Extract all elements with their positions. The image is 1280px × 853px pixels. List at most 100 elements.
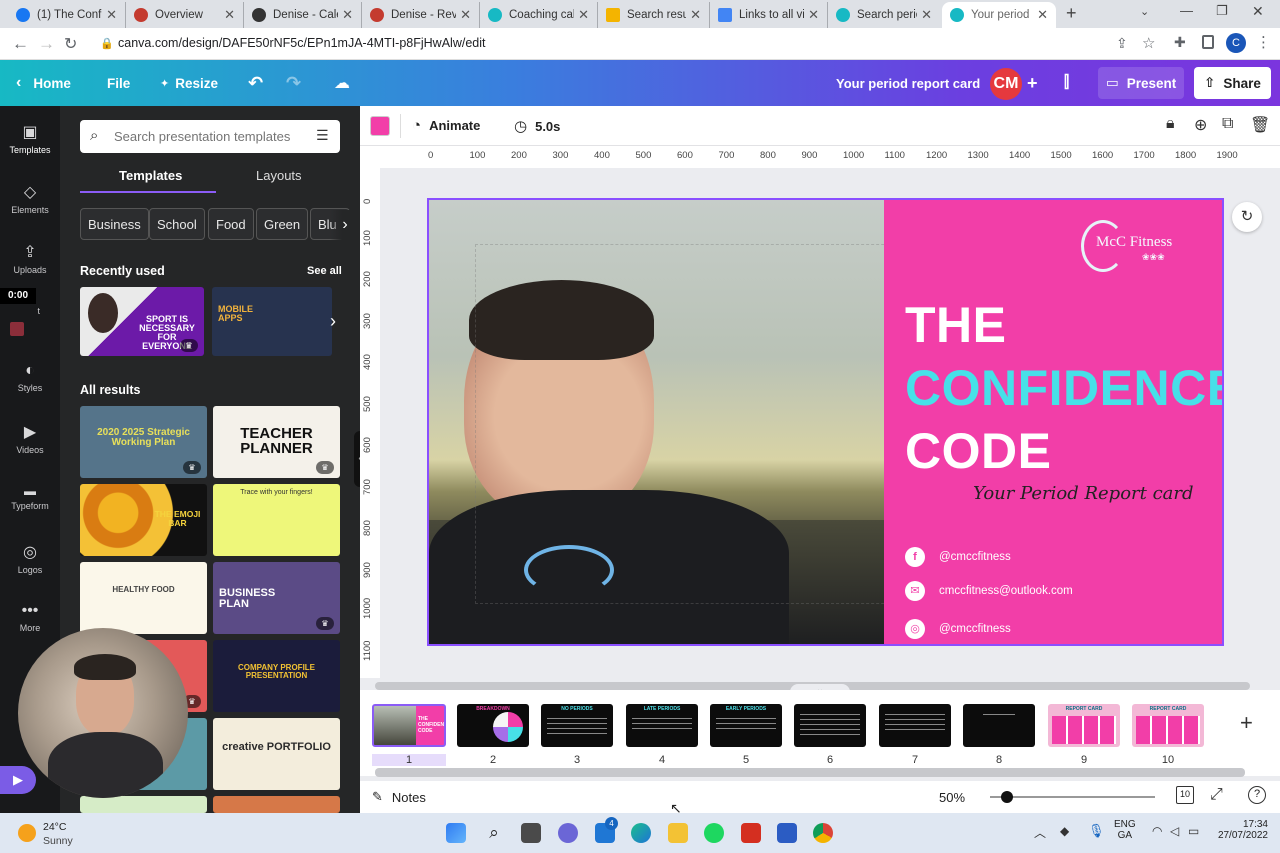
close-icon[interactable]: ✕ <box>921 7 932 23</box>
duration-button[interactable]: ◷ 5.0s <box>514 117 560 135</box>
filter-icon[interactable]: ☰ <box>316 127 329 144</box>
browser-tab[interactable]: Denise - Revie✕ <box>362 2 480 28</box>
webcam-overlay[interactable] <box>18 628 188 798</box>
filter-chip[interactable]: Green <box>256 208 309 240</box>
template-thumb[interactable] <box>213 796 340 813</box>
template-thumb[interactable]: SPORT IS NECESSARY FOR EVERYONE ♛ <box>80 287 204 356</box>
slide-title-line2[interactable]: CONFIDENCE <box>905 363 1222 413</box>
home-button[interactable]: ‹ Home <box>16 60 71 106</box>
chrome-icon[interactable] <box>813 823 833 843</box>
close-icon[interactable]: ✕ <box>578 7 589 23</box>
browser-tab[interactable]: (1) The Confid✕ <box>8 2 126 28</box>
template-thumb[interactable]: BUSINESS PLAN ♛ <box>213 562 340 634</box>
browser-tab[interactable]: Denise - Caler✕ <box>244 2 362 28</box>
office-icon[interactable] <box>741 823 761 843</box>
page-thumb[interactable] <box>963 704 1035 747</box>
side-panel-icon[interactable] <box>1202 35 1214 49</box>
rail-styles[interactable]: ◐ Styles <box>0 362 60 393</box>
close-icon[interactable]: ✕ <box>460 7 471 23</box>
url-field[interactable]: canva.com/design/DAFE50rNF5c/EPn1mJA-4MT… <box>118 36 485 50</box>
notes-button[interactable]: ✎ Notes <box>372 789 426 805</box>
zoom-value[interactable]: 50% <box>939 790 965 805</box>
template-thumb[interactable]: COMPANY PROFILE PRESENTATION <box>213 640 340 712</box>
weather-temp[interactable]: 24°C <box>43 821 66 833</box>
battery-icon[interactable]: ▭ <box>1188 824 1199 838</box>
slide-subtitle[interactable]: Your Period Report card <box>973 483 1194 504</box>
page-thumb[interactable]: NO PERIODS <box>541 704 613 747</box>
share-button[interactable]: ⇧ Share <box>1194 67 1271 99</box>
page-thumb[interactable] <box>794 704 866 747</box>
insights-chart-icon[interactable]: ⫿ <box>1064 60 1069 106</box>
template-thumb[interactable] <box>80 796 207 813</box>
tab-templates[interactable]: Templates <box>119 168 182 183</box>
fullscreen-icon[interactable]: ⤢ <box>1210 786 1223 804</box>
search-icon[interactable]: ⌕ <box>484 823 504 843</box>
browser-tab[interactable]: Overview ✕ <box>126 2 244 28</box>
file-explorer-icon[interactable] <box>668 823 688 843</box>
undo-icon[interactable]: ↶ <box>248 60 263 106</box>
back-arrow-icon[interactable]: ← <box>12 34 29 54</box>
slide-title-line3[interactable]: CODE <box>905 426 1051 476</box>
close-icon[interactable]: ✕ <box>690 7 701 23</box>
tab-search-icon[interactable]: ⌄ <box>1140 5 1149 18</box>
page-thumb[interactable]: BREAKDOWN <box>457 704 529 747</box>
template-thumb[interactable]: HEALTHY FOOD <box>80 562 207 634</box>
wifi-icon[interactable]: ◠ <box>1152 824 1162 838</box>
delete-page-icon[interactable]: 🗑︎ <box>1250 115 1270 135</box>
weather-desc[interactable]: Sunny <box>43 835 73 847</box>
zoom-slider-track[interactable] <box>990 796 1155 798</box>
template-thumb[interactable]: creative PORTFOLIO <box>213 718 340 790</box>
comment-icon[interactable]: ↻ <box>1232 202 1262 232</box>
word-icon[interactable] <box>777 823 797 843</box>
template-thumb[interactable]: MOBILE APPS <box>212 287 332 356</box>
search-input[interactable] <box>114 126 304 146</box>
template-thumb[interactable]: Trace with your fingers! <box>213 484 340 556</box>
tray-chevron-icon[interactable]: ︿ <box>1034 824 1046 841</box>
filter-chip[interactable]: Business <box>80 208 149 240</box>
profile-avatar[interactable]: C <box>1226 33 1246 53</box>
dropbox-icon[interactable]: ◆ <box>1060 824 1069 838</box>
spotify-icon[interactable] <box>704 823 724 843</box>
template-search[interactable]: ⌕ ☰ <box>80 120 340 153</box>
tab-layouts[interactable]: Layouts <box>256 168 302 183</box>
restore-icon[interactable]: ❐ <box>1216 3 1228 19</box>
clock[interactable]: 17:34 27/07/2022 <box>1214 819 1268 841</box>
browser-tab[interactable]: Search period✕ <box>828 2 940 28</box>
browser-tab-active[interactable]: Your period re✕ <box>942 2 1056 28</box>
close-icon[interactable]: ✕ <box>106 7 117 23</box>
cloud-saved-icon[interactable]: ☁ <box>334 60 350 106</box>
social-instagram[interactable]: ◎ @cmccfitness <box>905 619 1011 639</box>
add-collaborator-icon[interactable]: + <box>1027 60 1038 106</box>
extensions-icon[interactable]: ✚ <box>1174 34 1186 51</box>
close-icon[interactable]: ✕ <box>342 7 353 23</box>
language-indicator[interactable]: ENG GA <box>1114 819 1136 841</box>
add-page-icon[interactable]: ⊕ <box>1194 115 1207 135</box>
slide-title-line1[interactable]: THE <box>905 300 1007 350</box>
collaborator-avatar[interactable]: CM <box>990 68 1022 100</box>
rail-logos[interactable]: ◎ Logos <box>0 542 60 575</box>
social-facebook[interactable]: f @cmccfitness <box>905 547 1011 567</box>
page-thumb[interactable]: LATE PERIODS <box>626 704 698 747</box>
page-thumb[interactable] <box>879 704 951 747</box>
duplicate-page-icon[interactable]: ⧉ <box>1222 115 1233 133</box>
zoom-slider-handle[interactable] <box>1000 791 1013 803</box>
page-thumb[interactable]: REPORT CARD <box>1132 704 1204 747</box>
close-window-icon[interactable]: ✕ <box>1252 3 1264 20</box>
camera-toggle-icon[interactable]: ▶ <box>0 766 36 794</box>
bookmark-star-icon[interactable]: ☆ <box>1142 34 1155 52</box>
template-thumb[interactable]: TEACHER PLANNER ♛ <box>213 406 340 478</box>
forward-arrow-icon[interactable]: → <box>38 34 55 54</box>
present-button[interactable]: ▭ Present <box>1098 67 1185 99</box>
social-email[interactable]: ✉ cmccfitness@outlook.com <box>905 581 1073 601</box>
template-thumb[interactable]: THE EMOJI BAR <box>80 484 207 556</box>
rail-text[interactable]: t <box>0 306 40 316</box>
close-icon[interactable]: ✕ <box>808 7 819 23</box>
reload-icon[interactable]: ↻ <box>64 34 77 54</box>
file-menu[interactable]: File <box>107 60 130 106</box>
filter-chip[interactable]: School <box>149 208 205 240</box>
rail-more[interactable]: ••• More <box>0 602 60 633</box>
rail-templates[interactable]: ▣ Templates <box>0 122 60 155</box>
browser-tab[interactable]: Search results✕ <box>598 2 710 28</box>
animate-button[interactable]: ◔ Animate <box>412 117 480 134</box>
browser-tab[interactable]: Links to all vid ✕ <box>710 2 828 28</box>
